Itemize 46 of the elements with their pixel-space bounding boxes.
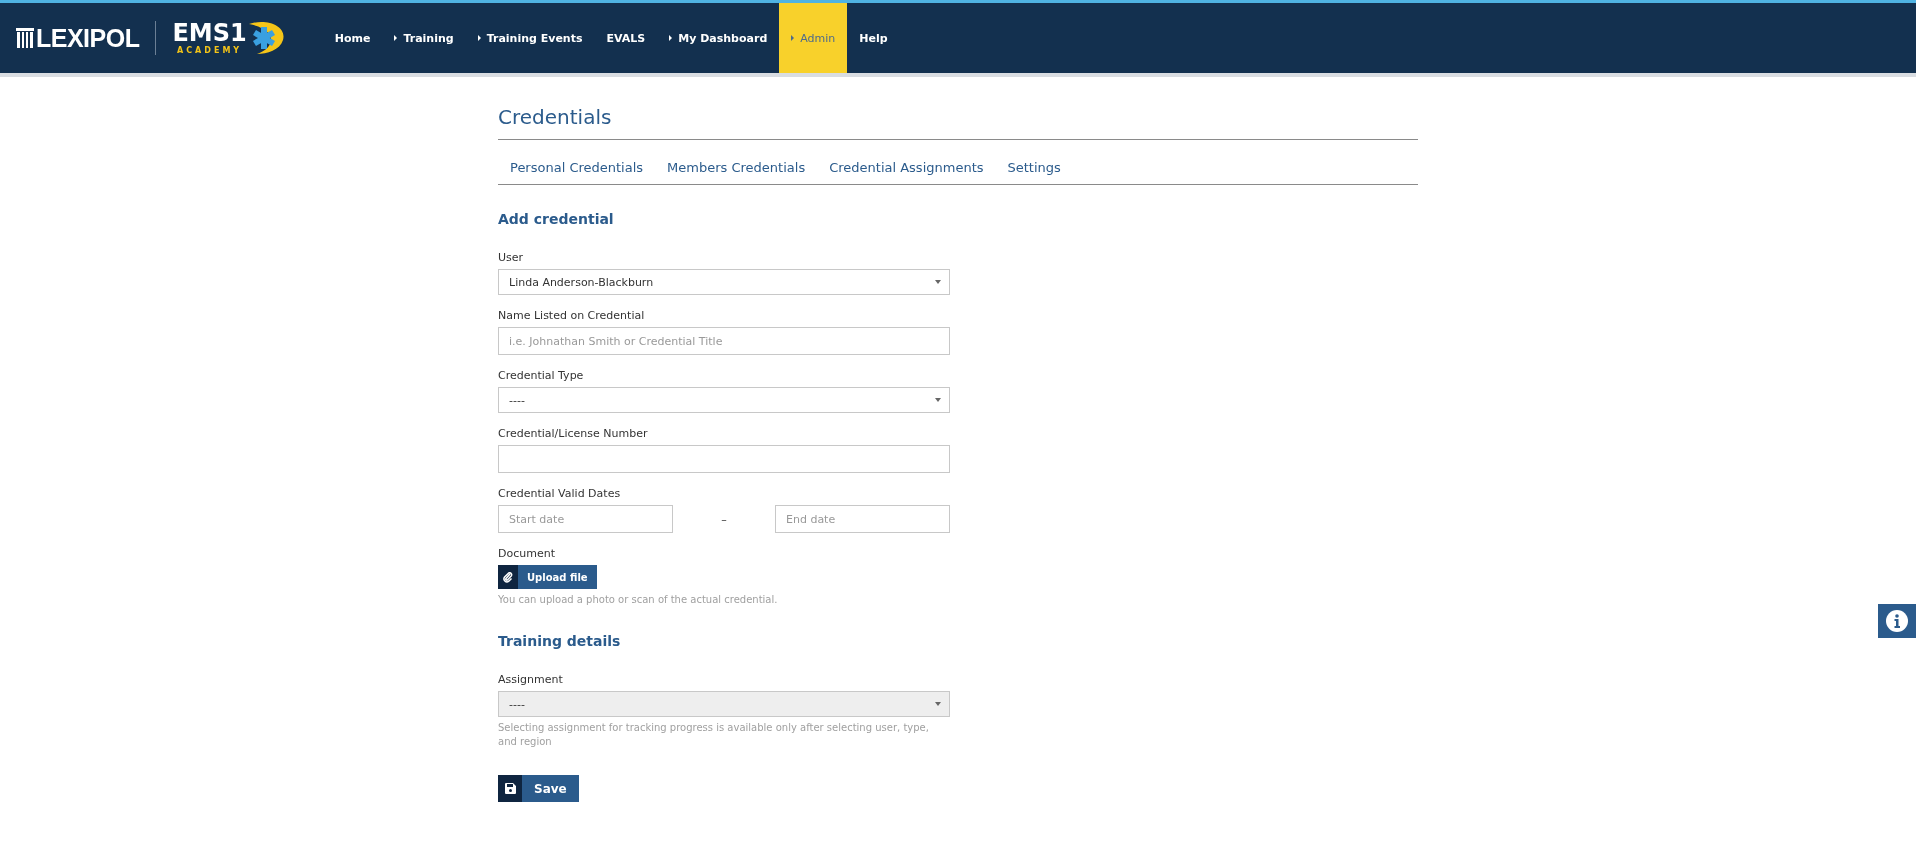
columns-logo-icon — [16, 28, 34, 48]
input-field[interactable] — [498, 445, 950, 473]
arrow-icon — [669, 35, 673, 41]
field-label: User — [498, 251, 525, 264]
select-field[interactable]: Linda Anderson-Blackburn — [498, 269, 950, 295]
page-title: Credentials — [498, 105, 1418, 140]
help-text: Selecting assignment for tracking progress is available only after selecting user, type, and region — [498, 721, 930, 749]
input-field[interactable]: i.e. Johnathan Smith or Credential Title — [498, 327, 950, 355]
info-icon — [1886, 610, 1908, 632]
paperclip-icon — [503, 571, 513, 583]
logo-text: LEXIPOL — [36, 23, 140, 53]
nav-item[interactable]: Training — [382, 3, 466, 73]
nav-item[interactable]: Training Events — [465, 3, 595, 73]
field-label: Assignment — [498, 673, 564, 686]
field-label: Credential/License Number — [498, 427, 649, 440]
nav-item[interactable]: EVALS — [594, 3, 658, 73]
save-button[interactable]: Save — [498, 775, 579, 802]
nav-item[interactable]: My Dashboard — [657, 3, 780, 73]
tab[interactable]: Members Credentials — [667, 160, 806, 184]
upload-file-button[interactable]: Upload file — [498, 565, 597, 589]
tab[interactable]: Personal Credentials — [510, 160, 644, 184]
arrow-icon — [477, 35, 481, 41]
caret-icon — [935, 280, 941, 284]
logo-subtitle: ACADEMY — [177, 47, 243, 55]
start-date-field[interactable]: Start date — [498, 505, 673, 533]
field-label: Credential Type — [498, 369, 585, 382]
section-heading: Add credential — [498, 211, 615, 227]
logo-text: EMS1 — [172, 21, 247, 45]
caret-icon — [935, 702, 941, 706]
nav-item[interactable]: Help — [847, 3, 900, 73]
nav-item[interactable]: Home — [322, 3, 383, 73]
section-heading: Training details — [498, 633, 622, 649]
caret-icon — [935, 398, 941, 402]
arrow-icon — [791, 35, 795, 41]
field-label: Credential Valid Dates — [498, 487, 622, 500]
tab[interactable]: Settings — [1007, 160, 1061, 184]
info-button[interactable] — [1878, 604, 1916, 638]
end-date-field[interactable]: End date — [775, 505, 950, 533]
field-label: Document — [498, 547, 556, 560]
field-label: Name Listed on Credential — [498, 309, 646, 322]
range-separator: – — [720, 512, 728, 526]
help-text: You can upload a photo or scan of the actual credential. — [498, 593, 779, 607]
nav-item[interactable]: Admin — [779, 3, 848, 73]
arrow-icon — [394, 35, 398, 41]
select-field[interactable]: ---- — [498, 387, 950, 413]
tab[interactable]: Credential Assignments — [829, 160, 984, 184]
